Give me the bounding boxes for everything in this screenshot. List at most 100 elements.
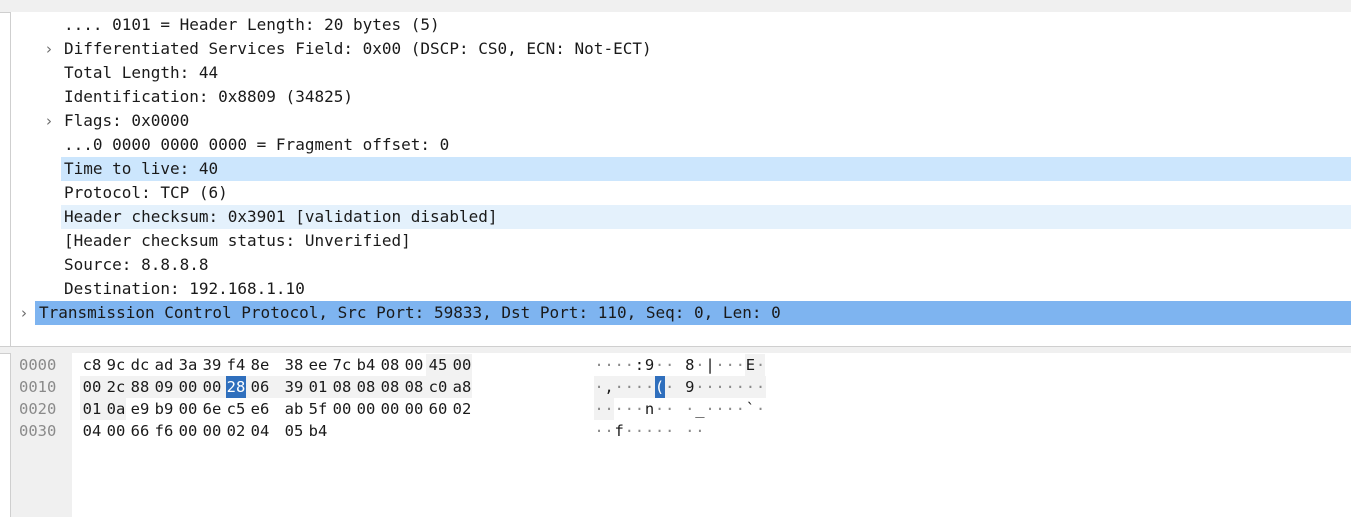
hex-byte[interactable]: a8 — [452, 376, 472, 398]
hex-byte[interactable]: 00 — [106, 420, 126, 442]
hex-byte[interactable]: 04 — [250, 420, 270, 442]
hex-byte[interactable]: 08 — [332, 376, 352, 398]
hex-byte[interactable]: 08 — [356, 376, 376, 398]
hex-byte[interactable]: 01 — [82, 398, 102, 420]
hex-byte[interactable]: 60 — [428, 398, 448, 420]
ascii-char[interactable]: · — [604, 420, 614, 442]
ascii-char[interactable]: · — [594, 420, 604, 442]
ascii-char[interactable]: · — [695, 376, 705, 398]
hex-byte[interactable]: 08 — [380, 354, 400, 376]
hex-byte[interactable]: e9 — [130, 398, 150, 420]
ascii-char[interactable]: 8 — [685, 354, 695, 376]
hex-byte[interactable]: 8e — [250, 354, 270, 376]
hex-byte[interactable]: 02 — [226, 420, 246, 442]
tree-row[interactable]: › Differentiated Services Field: 0x00 (DS… — [11, 37, 1351, 61]
ascii-char[interactable]: · — [665, 420, 675, 442]
ascii-char[interactable]: · — [705, 398, 715, 420]
ascii-char[interactable]: n — [645, 398, 655, 420]
ascii-char[interactable]: · — [655, 420, 665, 442]
hex-byte[interactable]: 00 — [452, 354, 472, 376]
hex-byte[interactable]: b4 — [308, 420, 328, 442]
ascii-char[interactable]: · — [665, 376, 675, 398]
hex-byte[interactable]: 04 — [82, 420, 102, 442]
ascii-char[interactable]: · — [715, 398, 725, 420]
tree-row[interactable]: Header checksum: 0x3901 [validation disa… — [61, 205, 1351, 229]
ascii-char[interactable]: · — [604, 354, 614, 376]
ascii-char[interactable]: · — [725, 354, 735, 376]
hex-byte[interactable]: 3a — [178, 354, 198, 376]
ascii-char[interactable]: · — [756, 398, 766, 420]
tree-row[interactable]: .... 0101 = Header Length: 20 bytes (5) — [11, 13, 1351, 37]
ascii-char[interactable]: , — [604, 376, 614, 398]
chevron-right-icon[interactable]: › — [42, 109, 56, 133]
ascii-char[interactable]: E — [745, 354, 755, 376]
ascii-char[interactable]: · — [655, 354, 665, 376]
ascii-char[interactable]: _ — [695, 398, 705, 420]
hex-byte[interactable]: 08 — [404, 376, 424, 398]
hex-byte[interactable]: 39 — [202, 354, 222, 376]
hex-byte[interactable]: 5f — [308, 398, 328, 420]
hex-byte[interactable]: c5 — [226, 398, 246, 420]
hex-byte[interactable]: f6 — [154, 420, 174, 442]
hex-byte[interactable]: 00 — [82, 376, 102, 398]
ascii-char[interactable]: · — [634, 420, 644, 442]
ascii-char[interactable]: · — [634, 398, 644, 420]
ascii-char[interactable]: · — [645, 376, 655, 398]
chevron-right-icon[interactable]: › — [17, 301, 31, 325]
tree-row[interactable]: Total Length: 44 — [11, 61, 1351, 85]
ascii-char[interactable]: · — [756, 376, 766, 398]
hex-byte[interactable]: 66 — [130, 420, 150, 442]
hex-byte[interactable]: 9c — [106, 354, 126, 376]
ascii-char[interactable]: · — [624, 420, 634, 442]
ascii-char[interactable]: · — [614, 354, 624, 376]
tree-row[interactable]: [Header checksum status: Unverified] — [11, 229, 1351, 253]
ascii-char[interactable]: · — [604, 398, 614, 420]
ascii-char[interactable]: · — [594, 354, 604, 376]
packet-bytes-pane[interactable]: 0000 c8 9c dc ad 3a 39 f4 8e 38 ee 7c b4 08 00 45 00 · · · ·… — [10, 353, 1351, 517]
ascii-char[interactable]: · — [735, 354, 745, 376]
ascii-char[interactable]: · — [725, 398, 735, 420]
hex-byte[interactable]: 06 — [250, 376, 270, 398]
hex-byte[interactable]: 00 — [202, 376, 222, 398]
ascii-char[interactable]: 9 — [645, 354, 655, 376]
tree-row[interactable]: ...0 0000 0000 0000 = Fragment offset: 0 — [11, 133, 1351, 157]
tree-row[interactable]: Time to live: 40 — [61, 157, 1351, 181]
hex-byte[interactable]: 88 — [130, 376, 150, 398]
ascii-char[interactable]: · — [735, 398, 745, 420]
hex-byte[interactable]: 00 — [404, 398, 424, 420]
hex-byte[interactable]: 0a — [106, 398, 126, 420]
hex-byte[interactable]: 02 — [452, 398, 472, 420]
ascii-char[interactable]: · — [655, 398, 665, 420]
hex-byte[interactable]: b4 — [356, 354, 376, 376]
ascii-char[interactable]: ` — [745, 398, 755, 420]
ascii-char[interactable]: · — [705, 376, 715, 398]
ascii-char[interactable]: · — [614, 398, 624, 420]
hex-byte[interactable]: c8 — [82, 354, 102, 376]
chevron-right-icon[interactable]: › — [42, 37, 56, 61]
ascii-char[interactable]: · — [725, 376, 735, 398]
hex-byte[interactable]: 39 — [284, 376, 304, 398]
hex-byte[interactable]: 7c — [332, 354, 352, 376]
hex-byte[interactable]: 00 — [178, 420, 198, 442]
ascii-char[interactable]: · — [614, 376, 624, 398]
ascii-char[interactable]: · — [745, 376, 755, 398]
ascii-char[interactable]: · — [624, 354, 634, 376]
hex-byte[interactable]: 05 — [284, 420, 304, 442]
tree-row[interactable]: Source: 8.8.8.8 — [11, 253, 1351, 277]
ascii-char[interactable]: · — [594, 376, 604, 398]
hex-byte[interactable]: ad — [154, 354, 174, 376]
packet-details-tree[interactable]: .... 0101 = Header Length: 20 bytes (5) ›… — [10, 12, 1351, 346]
tree-row[interactable]: Identification: 0x8809 (34825) — [11, 85, 1351, 109]
hex-byte[interactable]: b9 — [154, 398, 174, 420]
ascii-char[interactable]: · — [735, 376, 745, 398]
ascii-char[interactable]: | — [705, 354, 715, 376]
ascii-char[interactable]: · — [624, 376, 634, 398]
hex-byte[interactable]: 00 — [356, 398, 376, 420]
ascii-char[interactable]: · — [756, 354, 766, 376]
hex-byte[interactable]: 00 — [202, 420, 222, 442]
ascii-char-selected[interactable]: ( — [654, 376, 665, 398]
tree-row[interactable]: › Flags: 0x0000 — [11, 109, 1351, 133]
ascii-char[interactable]: · — [685, 420, 695, 442]
ascii-char[interactable]: : — [634, 354, 644, 376]
hex-byte-selected[interactable]: 28 — [226, 376, 246, 398]
